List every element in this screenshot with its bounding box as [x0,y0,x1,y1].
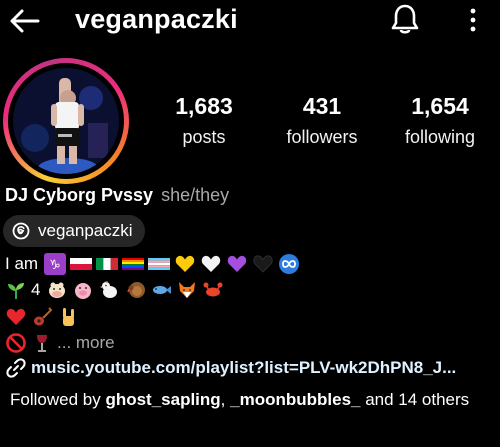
follower-link-1[interactable]: ghost_sapling [105,390,220,409]
poland-flag-icon [70,253,93,275]
bio-link-text: music.youtube.com/playlist?list=PLV-wk2D… [31,358,457,377]
red-heart-icon [5,306,27,328]
capricorn-icon: ♑ [44,253,67,275]
following-stat[interactable]: 1,654 following [380,92,500,150]
link-icon [6,358,26,378]
posts-count: 1,683 [175,93,233,119]
bell-icon[interactable] [390,3,420,35]
italy-flag-icon [96,253,119,275]
followers-stat[interactable]: 431 followers [262,92,382,150]
chicken-icon [98,279,120,301]
cow-icon [46,279,68,301]
sign-of-horns-icon [57,306,79,328]
yellow-heart-icon [174,253,196,275]
posts-stat[interactable]: 1,683 posts [144,92,264,150]
bio-line-2: 4 [5,279,228,301]
turkey-icon [124,279,146,301]
profile-page: veganpaczki 1,683 posts 431 followers 1,… [0,0,500,447]
transgender-flag-icon [148,253,171,275]
following-label: following [404,127,476,147]
threads-icon [12,222,30,240]
bio-more-link[interactable]: ... more [57,333,115,353]
profile-username: veganpaczki [75,4,238,34]
prohibited-icon [5,332,27,354]
name-line: DJ Cyborg Pvssy she/they [5,184,229,206]
white-heart-icon [200,253,222,275]
bio-line-1-text: I am [5,254,39,273]
fox-icon [176,279,198,301]
followers-count: 431 [302,93,342,119]
profile-photo [13,68,119,174]
followed-by-prefix: Followed by [10,390,106,409]
pig-icon [72,279,94,301]
followers-label: followers [286,127,358,147]
avatar[interactable] [3,58,129,184]
followed-by: Followed by ghost_sapling, _moonbubbles_… [10,388,490,411]
threads-badge[interactable]: veganpaczki [3,215,145,247]
rainbow-flag-icon [122,253,145,275]
more-vertical-icon[interactable] [465,6,481,34]
top-bar: veganpaczki [0,0,500,44]
bio-line-3 [5,306,83,328]
threads-handle: veganpaczki [38,221,133,240]
followed-by-suffix: and 14 others [360,390,470,409]
back-arrow-icon[interactable] [8,8,40,34]
pronouns: she/they [161,185,230,205]
crab-icon [202,279,224,301]
following-count: 1,654 [411,93,469,119]
black-heart-icon [252,253,274,275]
wine-glass-icon [31,332,53,354]
posts-label: posts [182,127,226,147]
svg-text:♑: ♑ [49,258,61,273]
followed-by-separator: , [220,390,231,409]
fish-icon [150,279,172,301]
purple-heart-icon [226,253,248,275]
seedling-icon [5,279,27,301]
display-name: DJ Cyborg Pvssy [5,185,154,205]
bio-link[interactable]: music.youtube.com/playlist?list=PLV-wk2D… [5,357,456,379]
bio-line-2-text: 4 [31,280,41,299]
follower-link-2[interactable]: _moonbubbles_ [230,390,360,409]
guitar-icon [31,306,53,328]
bio-line-1: I am ♑ [5,253,304,275]
bio-line-4: ... more [5,332,115,354]
infinity-icon [278,253,300,275]
